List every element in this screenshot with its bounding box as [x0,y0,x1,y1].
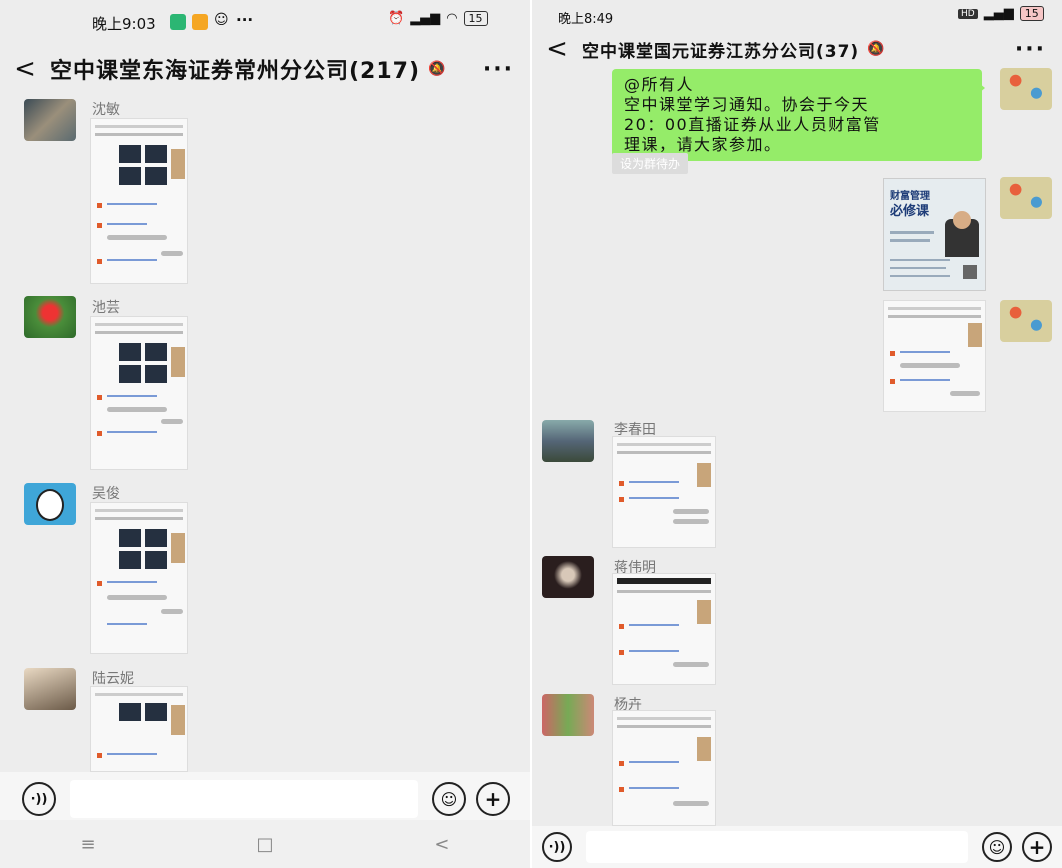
chat-header: < 空中课堂东海证券常州分公司(217) 🔕 ··· [0,46,530,92]
mute-icon: 🔕 [428,61,446,77]
add-button[interactable]: + [476,782,510,816]
battery-icon: 15 [463,11,488,26]
voice-button[interactable]: ·)) [542,832,572,862]
back-nav-button[interactable]: < [434,834,449,855]
signal-icon: ▂▄▆ [410,11,441,26]
more-options-button[interactable]: ··· [483,57,514,82]
sender-name: 陆云妮 [92,671,134,687]
avatar[interactable] [542,556,594,598]
chat-title: 空中课堂国元证券江苏分公司(37) [582,41,860,62]
status-time: 晚上9:03 [92,15,156,33]
alarm-icon: ⏰ [388,11,405,26]
input-bar: ·)) ☺ + [0,772,530,826]
mute-icon: 🔕 [867,41,885,57]
add-button[interactable]: + [1022,832,1052,862]
input-bar: ·)) ☺ + [532,826,1062,868]
voice-button[interactable]: ·)) [22,782,56,816]
notice-line: 理课，请大家参加。 [624,135,782,154]
screenshot-message[interactable] [90,118,188,284]
avatar[interactable] [24,296,76,338]
notice-line: 空中课堂学习通知。协会于今天 [624,95,870,114]
notice-line: @所有人 [624,75,695,94]
course-poster-image[interactable]: 财富管理 必修课 [883,178,986,291]
screenshot-message[interactable] [90,502,188,654]
chat-header: < 空中课堂国元证券江苏分公司(37) 🔕 ··· [532,26,1062,72]
more-notifications-icon: ··· [236,11,254,29]
system-nav-bar: ≡ □ < [0,820,530,868]
signal-icon: ▂▄▆ [983,6,1014,21]
own-avatar[interactable] [1000,177,1052,219]
wifi-icon: ◠ [446,11,458,26]
back-icon[interactable]: < [0,54,50,84]
avatar[interactable] [542,420,594,462]
screenshot-message[interactable] [612,573,716,685]
right-phone-screen: 晚上8:49 HD ▂▄▆ 15 < 空中课堂国元证券江苏分公司(37) 🔕 ·… [532,0,1062,868]
back-icon[interactable]: < [532,34,582,64]
chat-title: 空中课堂东海证券常州分公司(217) [50,59,421,84]
hd-icon: HD [958,8,978,19]
status-icons: ⏰ ▂▄▆ ◠ 15 [388,11,488,26]
emoji-button[interactable]: ☺ [982,832,1012,862]
own-avatar[interactable] [1000,68,1052,110]
status-bar: 晚上9:03 ☺ ··· ⏰ ▂▄▆ ◠ 15 [0,0,530,46]
screenshot-message[interactable] [612,436,716,548]
notice-line: 20：00直播证券从业人员财富管 [624,115,881,134]
avatar[interactable] [542,694,594,736]
screenshot-message[interactable] [90,686,188,772]
more-options-button[interactable]: ··· [1015,37,1046,62]
qq-icon: ☺ [214,12,229,28]
left-phone-screen: 晚上9:03 ☺ ··· ⏰ ▂▄▆ ◠ 15 < 空中课堂东海证券常州分公司(… [0,0,530,868]
sender-name: 吴俊 [92,486,120,502]
app-icon [192,14,208,30]
home-nav-button[interactable]: □ [256,834,273,855]
menu-nav-button[interactable]: ≡ [80,834,95,855]
message-input[interactable] [70,780,418,818]
status-icons: HD ▂▄▆ 15 [958,6,1044,21]
emoji-button[interactable]: ☺ [432,782,466,816]
avatar[interactable] [24,483,76,525]
poster-subtitle: 必修课 [890,204,930,219]
set-group-todo-button[interactable]: 设为群待办 [612,153,689,174]
avatar[interactable] [24,668,76,710]
message-input[interactable] [586,831,968,863]
avatar[interactable] [24,99,76,141]
screenshot-message[interactable] [612,710,716,826]
sender-name: 沈敏 [92,102,120,118]
battery-icon: 15 [1019,6,1044,21]
screenshot-message[interactable] [90,316,188,470]
sender-name: 池芸 [92,300,120,316]
notice-message-bubble[interactable]: @所有人 空中课堂学习通知。协会于今天 20：00直播证券从业人员财富管 理课，… [612,69,985,161]
app-icon [170,14,186,30]
own-avatar[interactable] [1000,300,1052,342]
screenshot-message[interactable] [883,300,986,412]
status-time: 晚上8:49 [558,12,614,27]
